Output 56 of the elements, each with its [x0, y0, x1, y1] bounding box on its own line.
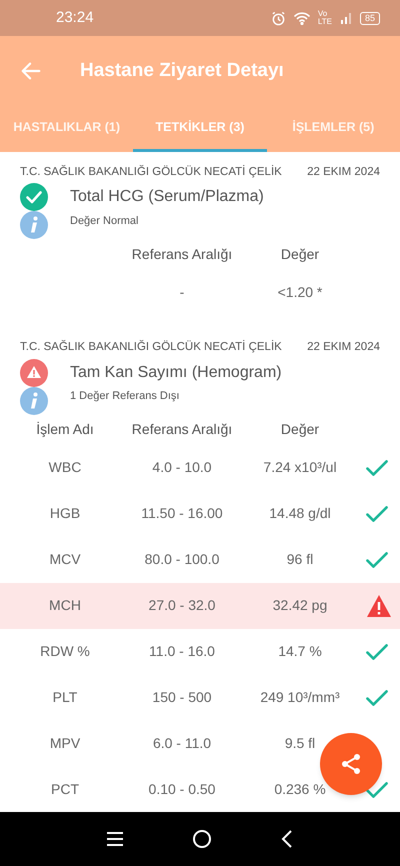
network-label: Vo [318, 10, 328, 18]
test-date: 22 EKIM 2024 [307, 340, 380, 356]
signal-icon [340, 12, 352, 24]
hospital-name: T.C. SAĞLIK BAKANLIĞI GÖLCÜK NECATİ ÇELİK [20, 339, 282, 356]
table-cell-text: 7.24 x10³/ul [263, 458, 337, 477]
table-cell-text: - [180, 282, 184, 302]
test-date: 22 EKIM 2024 [307, 165, 380, 180]
table-cell-text: MCH [49, 596, 81, 615]
table-cell-text: 0.236 % [274, 780, 326, 799]
column-header: Referans Aralığı [132, 244, 232, 264]
back-icon[interactable] [280, 829, 294, 849]
table-cell-text: 150 - 500 [152, 688, 212, 707]
table-cell-text: MPV [50, 734, 80, 753]
column-header: Referans Aralığı [132, 420, 232, 439]
table-cell-text: 9.5 fl [284, 734, 316, 753]
clock: 23:24 [56, 8, 94, 28]
column-header: İşlem Adı [36, 420, 94, 439]
alarm-icon [270, 10, 286, 26]
tab[interactable]: İŞLEMLER (5) [266, 106, 400, 152]
table-cell-text: 11.0 - 16.0 [149, 642, 215, 661]
table-cell-text: MCV [49, 550, 81, 569]
table-cell-text: 4.0 - 10.0 [152, 458, 212, 477]
table-cell-text: WBC [48, 458, 82, 477]
table-cell-text: 80.0 - 100.0 [144, 550, 220, 569]
table-cell-text: RDW % [40, 642, 90, 661]
table-cell-text: 249 10³/mm³ [260, 688, 340, 707]
tab[interactable]: TETKİKLER (3) [133, 106, 267, 152]
column-header: Değer [280, 244, 320, 264]
column-header: Değer [280, 420, 320, 439]
table-cell-text: <1.20 * [278, 282, 322, 302]
table-cell-text: PCT [51, 780, 79, 799]
table-cell-text: 14.48 g/dl [269, 504, 331, 523]
table-cell-text: 0.10 - 0.50 [148, 780, 216, 799]
network-label: LTE [318, 18, 332, 26]
info-icon [20, 211, 48, 240]
battery-indicator: 85 [360, 12, 380, 24]
test-name: Tam Kan Sayımı (Hemogram) [70, 362, 282, 382]
home-icon[interactable] [192, 829, 212, 849]
table-cell-text: 32.42 pg [272, 596, 328, 615]
table-cell-text: HGB [50, 504, 80, 523]
wifi-icon [294, 11, 310, 25]
menu-icon[interactable] [106, 831, 124, 847]
table-cell-text: 6.0 - 11.0 [152, 734, 212, 753]
tab[interactable]: HASTALIKLAR (1) [0, 106, 134, 152]
table-cell-text: 14.7 % [278, 642, 322, 661]
hospital-name: T.C. SAĞLIK BAKANLIĞI GÖLCÜK NECATİ ÇELİK [20, 164, 282, 180]
table-cell-text: 11.50 - 16.00 [141, 504, 223, 523]
test-name: Total HCG (Serum/Plazma) [70, 187, 264, 208]
share-icon [339, 752, 363, 776]
info-icon [20, 386, 48, 414]
screen-title: Hastane Ziyaret Detayı [80, 58, 284, 83]
table-cell-text: 27.0 - 32.0 [148, 596, 216, 615]
table-cell-text: 96 fl [286, 550, 314, 569]
table-cell-text: PLT [52, 688, 78, 707]
result-note: Değer Normal [70, 214, 138, 229]
result-note: 1 Değer Referans Dışı [70, 389, 180, 404]
